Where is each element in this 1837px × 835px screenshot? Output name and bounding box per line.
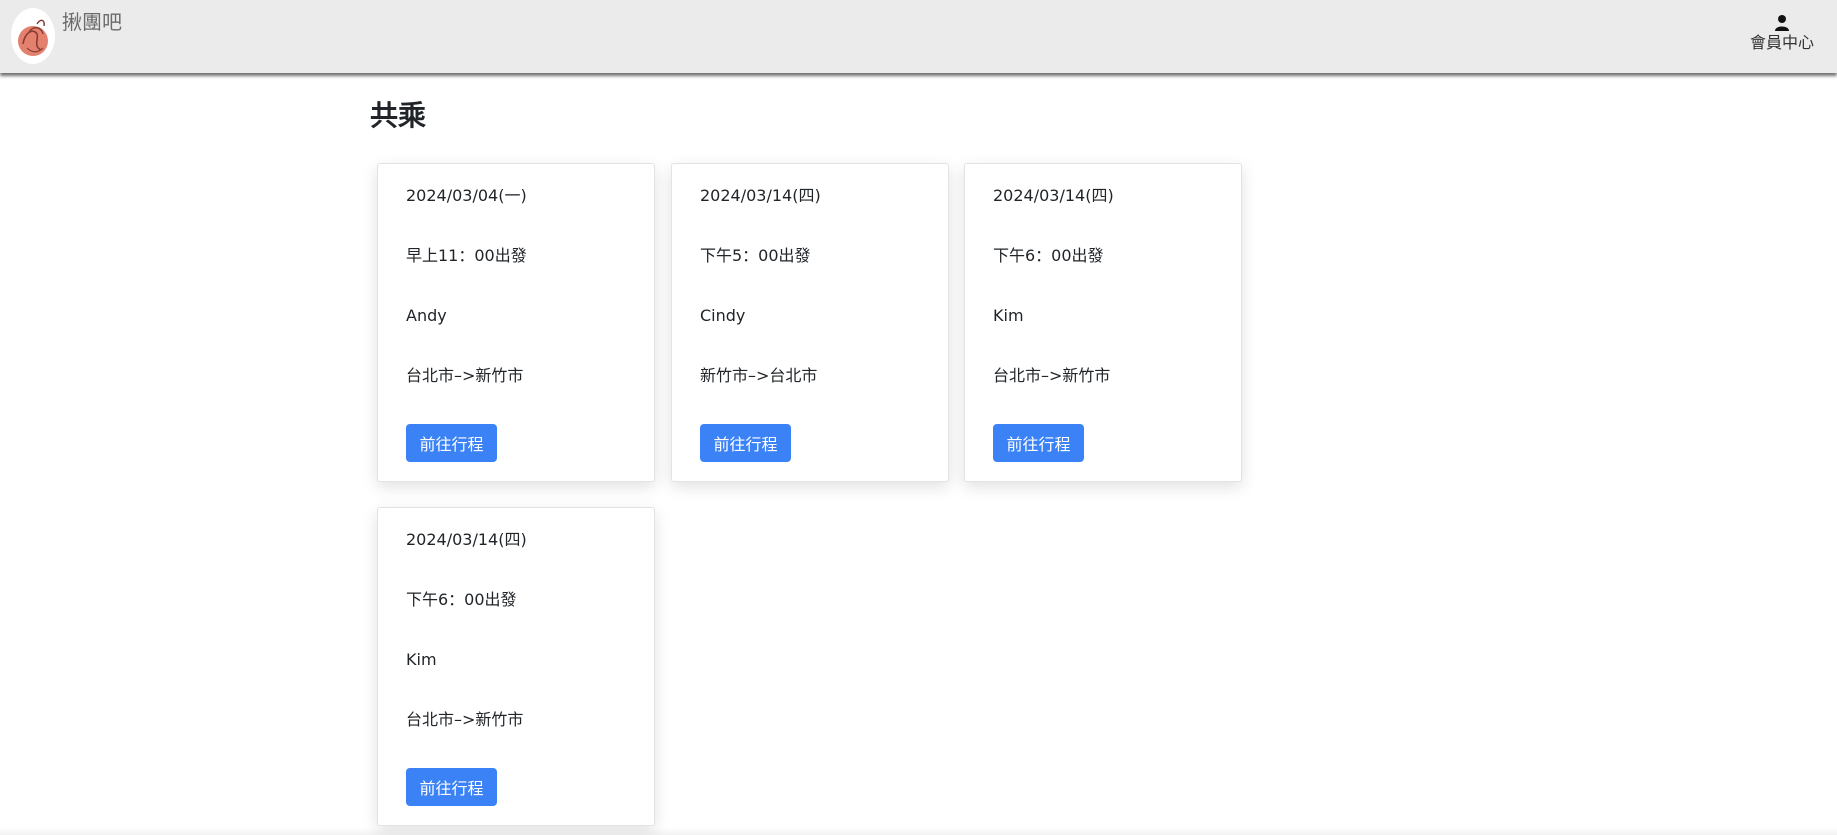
- ride-date: 2024/03/14(四): [406, 530, 527, 549]
- ride-card: 2024/03/14(四) 下午5：00出發 Cindy 新竹市–>台北市 前往…: [671, 163, 949, 482]
- member-center-link[interactable]: 會員中心: [1727, 12, 1837, 53]
- ride-driver: Cindy: [700, 306, 746, 325]
- go-to-trip-button[interactable]: 前往行程: [406, 424, 497, 462]
- ride-card: 2024/03/04(一) 早上11：00出發 Andy 台北市–>新竹市 前往…: [377, 163, 655, 482]
- member-center-label: 會員中心: [1749, 33, 1814, 52]
- ride-route: 台北市–>新竹市: [406, 366, 524, 385]
- ride-time: 下午5：00出發: [700, 246, 811, 265]
- ride-date: 2024/03/04(一): [406, 186, 527, 205]
- ride-driver: Andy: [406, 306, 447, 325]
- ride-date: 2024/03/14(四): [993, 186, 1114, 205]
- brand-name[interactable]: 揪團吧: [62, 10, 122, 34]
- ride-time: 早上11：00出發: [406, 246, 527, 265]
- top-navbar: 揪團吧 會員中心: [0, 0, 1837, 73]
- ride-time: 下午6：00出發: [993, 246, 1104, 265]
- ride-route: 新竹市–>台北市: [700, 366, 818, 385]
- ride-card: 2024/03/14(四) 下午6：00出發 Kim 台北市–>新竹市 前往行程: [377, 507, 655, 826]
- ride-route: 台北市–>新竹市: [993, 366, 1111, 385]
- ride-time: 下午6：00出發: [406, 590, 517, 609]
- user-icon: [1775, 15, 1789, 31]
- go-to-trip-button[interactable]: 前往行程: [406, 768, 497, 806]
- bottom-shadow: [0, 827, 1837, 835]
- ride-date: 2024/03/14(四): [700, 186, 821, 205]
- ride-card: 2024/03/14(四) 下午6：00出發 Kim 台北市–>新竹市 前往行程: [964, 163, 1242, 482]
- ride-driver: Kim: [406, 650, 437, 669]
- page-title: 共乘: [370, 99, 427, 132]
- ride-driver: Kim: [993, 306, 1024, 325]
- ride-route: 台北市–>新竹市: [406, 710, 524, 729]
- go-to-trip-button[interactable]: 前往行程: [993, 424, 1084, 462]
- go-to-trip-button[interactable]: 前往行程: [700, 424, 791, 462]
- swan-logo-icon[interactable]: [11, 8, 55, 64]
